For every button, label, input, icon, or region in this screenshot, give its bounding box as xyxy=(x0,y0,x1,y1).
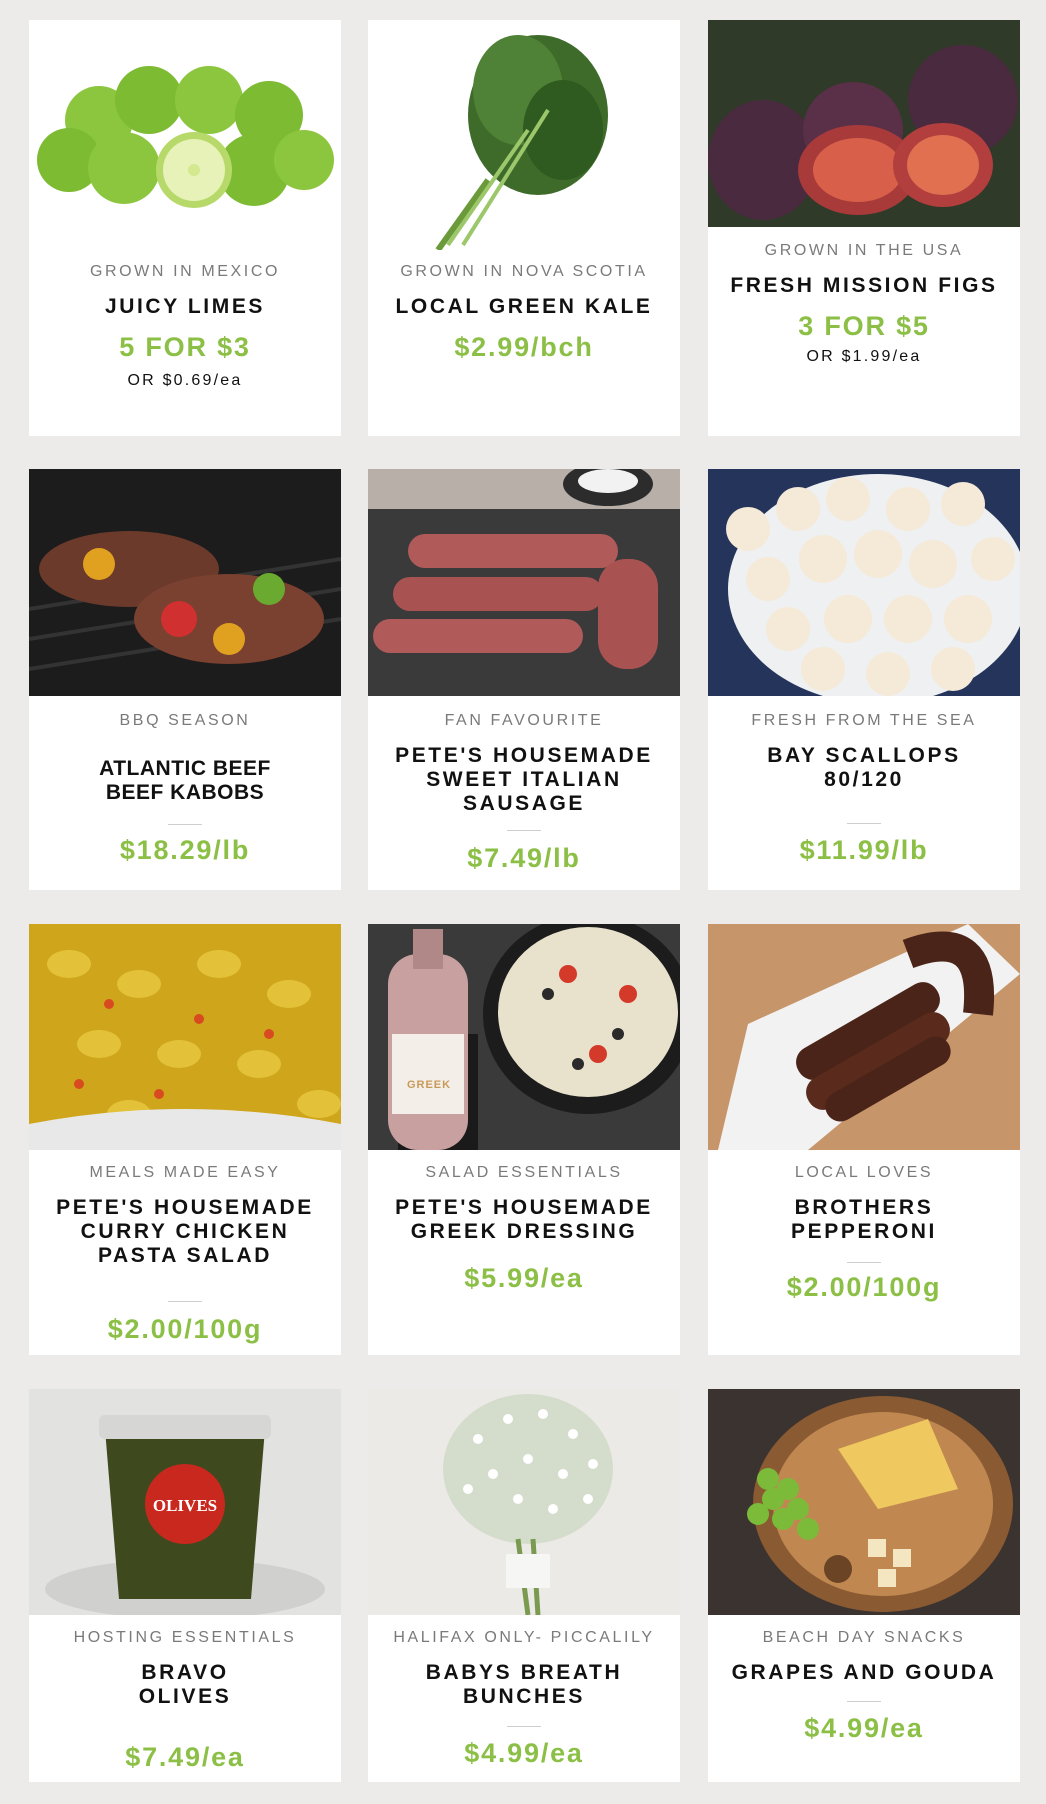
jar-label-text: OLIVES xyxy=(152,1496,218,1515)
product-image-greek-dressing: GREEK xyxy=(368,924,680,1150)
product-card-figs[interactable]: GROWN IN THE USA FRESH MISSION FIGS 3 FO… xyxy=(708,20,1020,436)
product-price: $5.99/ea xyxy=(464,1263,584,1293)
product-price: 3 FOR $5 xyxy=(798,311,930,341)
product-price: 5 FOR $3 xyxy=(119,332,251,362)
product-origin: BEACH DAY SNACKS xyxy=(762,1629,966,1646)
product-title: JUICY LIMES xyxy=(104,295,266,318)
product-origin: GROWN IN NOVA SCOTIA xyxy=(400,263,648,280)
divider xyxy=(847,1701,881,1702)
product-image-kale xyxy=(368,20,680,250)
product-image-sausage xyxy=(368,469,680,696)
product-price: $7.49/lb xyxy=(467,843,581,873)
product-price: $18.29/lb xyxy=(119,835,251,865)
product-card-scallops[interactable]: FRESH FROM THE SEA BAY SCALLOPS 80/120 $… xyxy=(708,469,1020,890)
product-title: BROTHERS PEPPERONI xyxy=(791,1196,937,1243)
divider xyxy=(507,830,541,831)
bottle-label-text: GREEK xyxy=(406,1079,452,1091)
product-card-kale[interactable]: GROWN IN NOVA SCOTIA LOCAL GREEN KALE $2… xyxy=(368,20,680,436)
product-origin: GROWN IN THE USA xyxy=(764,242,964,259)
product-card-limes[interactable]: GROWN IN MEXICO JUICY LIMES 5 FOR $3 OR … xyxy=(29,20,341,436)
product-origin: LOCAL LOVES xyxy=(794,1164,934,1181)
product-image-olives: OLIVES xyxy=(29,1389,341,1615)
product-title: FRESH MISSION FIGS xyxy=(730,274,998,297)
product-title: PETE'S HOUSEMADE SWEET ITALIAN SAUSAGE xyxy=(395,744,653,815)
product-title: PETE'S HOUSEMADE GREEK DRESSING xyxy=(395,1196,653,1243)
product-card-pepperoni[interactable]: LOCAL LOVES BROTHERS PEPPERONI $2.00/100… xyxy=(708,924,1020,1355)
product-origin: MEALS MADE EASY xyxy=(89,1164,281,1181)
product-title: BAY SCALLOPS 80/120 xyxy=(767,744,961,791)
product-origin: HOSTING ESSENTIALS xyxy=(73,1629,297,1646)
product-image-grapes-gouda xyxy=(708,1389,1020,1615)
product-price: $11.99/lb xyxy=(799,835,929,865)
product-card-greek-dressing[interactable]: GREEK SALAD ESSENTIALS PETE'S HOUSEMADE … xyxy=(368,924,680,1355)
product-title: ATLANTIC BEEF BEEF KABOBS xyxy=(99,757,271,804)
product-image-limes xyxy=(29,20,341,230)
divider xyxy=(168,1301,202,1302)
product-grid: GROWN IN MEXICO JUICY LIMES 5 FOR $3 OR … xyxy=(0,0,1046,1804)
product-price: $7.49/ea xyxy=(125,1742,245,1772)
product-card-grapes-gouda[interactable]: BEACH DAY SNACKS GRAPES AND GOUDA $4.99/… xyxy=(708,1389,1020,1782)
product-title: BABYS BREATH BUNCHES xyxy=(425,1661,623,1708)
product-image-kabobs xyxy=(29,469,341,696)
product-image-figs xyxy=(708,20,1020,227)
product-image-scallops xyxy=(708,469,1020,696)
product-card-curry-pasta[interactable]: MEALS MADE EASY PETE'S HOUSEMADE CURRY C… xyxy=(29,924,341,1355)
divider xyxy=(507,1726,541,1727)
product-alt-price: OR $1.99/ea xyxy=(806,348,922,365)
product-origin: SALAD ESSENTIALS xyxy=(425,1164,623,1181)
divider xyxy=(847,1262,881,1263)
product-origin: FRESH FROM THE SEA xyxy=(751,712,977,729)
product-price: $2.00/100g xyxy=(107,1314,263,1344)
product-title: PETE'S HOUSEMADE CURRY CHICKEN PASTA SAL… xyxy=(56,1196,314,1267)
product-title: LOCAL GREEN KALE xyxy=(395,295,653,318)
product-origin: HALIFAX ONLY- PICCALILY xyxy=(393,1629,655,1646)
divider xyxy=(847,823,881,824)
product-origin: GROWN IN MEXICO xyxy=(89,263,281,280)
product-card-sausage[interactable]: FAN FAVOURITE PETE'S HOUSEMADE SWEET ITA… xyxy=(368,469,680,890)
product-origin: FAN FAVOURITE xyxy=(444,712,604,729)
product-image-pepperoni xyxy=(708,924,1020,1150)
product-origin: BBQ SEASON xyxy=(119,712,251,729)
divider xyxy=(168,824,202,825)
product-title: GRAPES AND GOUDA xyxy=(731,1661,997,1684)
product-price: $2.00/100g xyxy=(786,1272,942,1302)
product-card-olives[interactable]: OLIVES HOSTING ESSENTIALS BRAVO OLIVES $… xyxy=(29,1389,341,1782)
product-alt-price: OR $0.69/ea xyxy=(127,372,243,389)
product-price: $4.99/ea xyxy=(804,1713,924,1743)
product-card-babys-breath[interactable]: HALIFAX ONLY- PICCALILY BABYS BREATH BUN… xyxy=(368,1389,680,1782)
product-title: BRAVO OLIVES xyxy=(138,1661,232,1708)
product-image-curry-pasta xyxy=(29,924,341,1150)
product-price: $2.99/bch xyxy=(454,332,594,362)
product-price: $4.99/ea xyxy=(464,1738,584,1768)
product-card-kabobs[interactable]: BBQ SEASON ATLANTIC BEEF BEEF KABOBS $18… xyxy=(29,469,341,890)
product-image-babys-breath xyxy=(368,1389,680,1615)
